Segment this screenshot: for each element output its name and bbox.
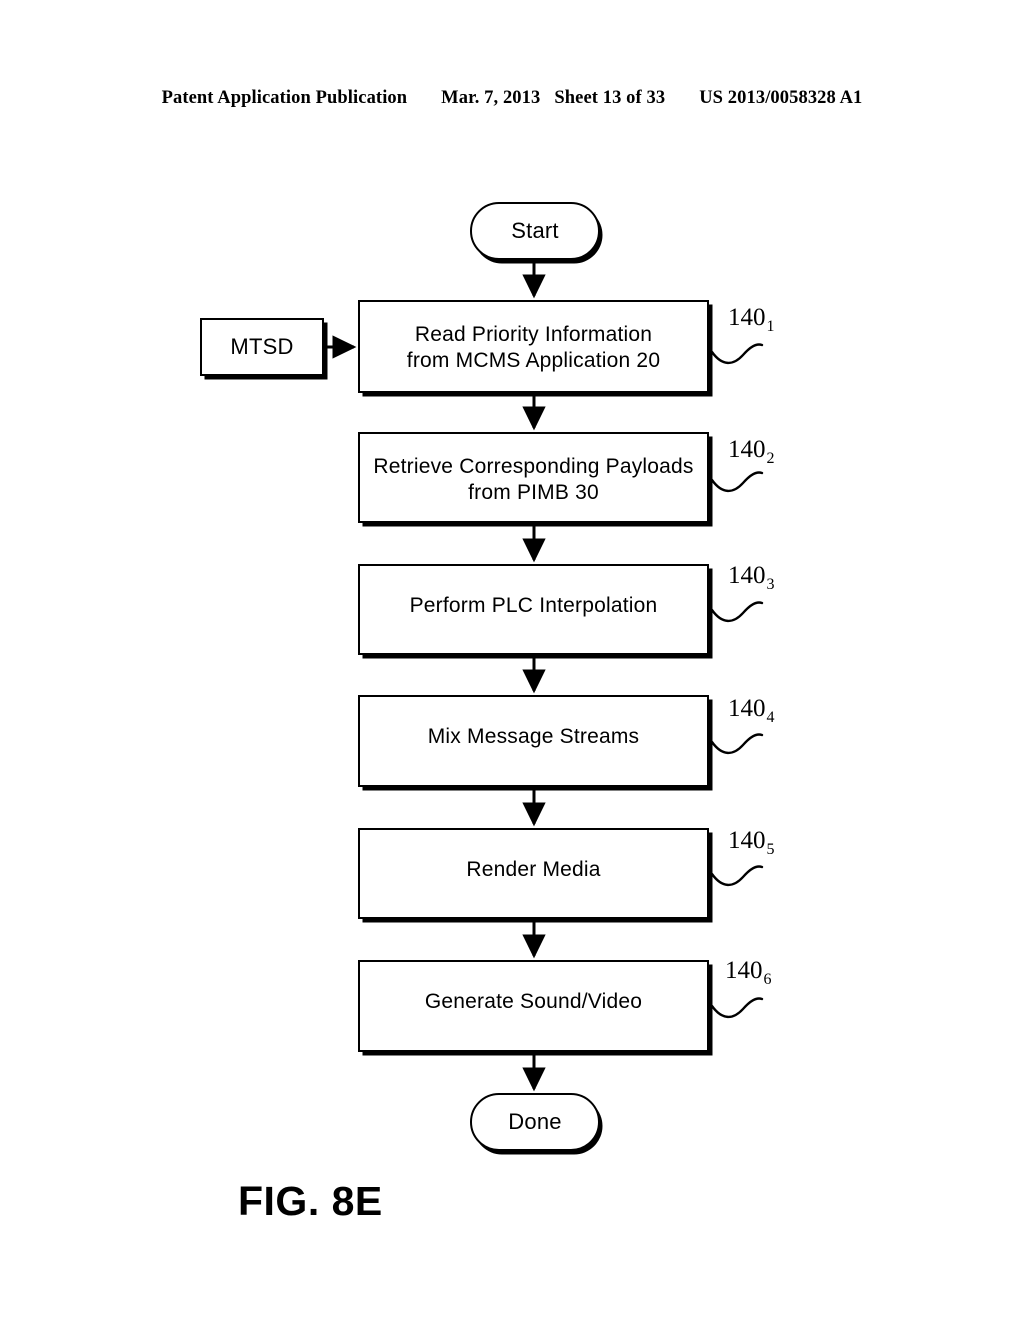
flowchart-step-6[interactable]: Generate Sound/Video [358, 960, 709, 1052]
flowchart-done-label: Done [508, 1109, 562, 1134]
leader-line-ref-6 [710, 997, 764, 1019]
flowchart-step-4-label: Mix Message Streams [427, 725, 640, 749]
leader-line-ref-1 [710, 343, 764, 365]
flowchart-step-4-reference: 1404 [728, 696, 775, 726]
flowchart-start-label: Start [511, 218, 559, 243]
leader-line-ref-3 [710, 601, 764, 623]
flowchart-step-5-ref-sub: 5 [766, 841, 775, 858]
flowchart-diagram: Start MTSD Read Priority Information fro… [0, 0, 1024, 1320]
flowchart-step-1-reference: 1401 [728, 305, 775, 335]
flowchart-step-5-reference: 1405 [728, 828, 775, 858]
flowchart-step-6-label: Generate Sound/Video [424, 990, 643, 1014]
flowchart-step-3-ref-base: 140 [728, 562, 766, 589]
flowchart-step-2-ref-sub: 2 [766, 450, 775, 467]
flowchart-step-2-reference: 1402 [728, 437, 775, 467]
flowchart-step-4-ref-base: 140 [728, 695, 766, 722]
flowchart-step-3-label: Perform PLC Interpolation [409, 594, 658, 618]
leader-line-ref-2 [710, 471, 764, 493]
flowchart-mtsd-label: MTSD [230, 334, 294, 359]
leader-line-ref-5 [710, 865, 764, 887]
flowchart-step-3-reference: 1403 [728, 563, 775, 593]
flowchart-step-6-ref-sub: 6 [763, 971, 772, 988]
flowchart-mtsd-node[interactable]: MTSD [200, 318, 324, 376]
flowchart-step-2-label: Retrieve Corresponding Payloads from PIM… [373, 455, 694, 504]
flowchart-step-6-reference: 1406 [725, 958, 772, 988]
flowchart-start-node[interactable]: Start [470, 202, 600, 260]
flowchart-step-1[interactable]: Read Priority Information from MCMS Appl… [358, 300, 709, 393]
flowchart-step-3[interactable]: Perform PLC Interpolation [358, 564, 709, 655]
flowchart-done-node[interactable]: Done [470, 1093, 600, 1151]
flowchart-step-1-ref-base: 140 [728, 304, 766, 331]
flowchart-step-5[interactable]: Render Media [358, 828, 709, 919]
flowchart-step-2[interactable]: Retrieve Corresponding Payloads from PIM… [358, 432, 709, 523]
leader-line-ref-4 [710, 733, 764, 755]
flowchart-step-4[interactable]: Mix Message Streams [358, 695, 709, 787]
flowchart-step-3-ref-sub: 3 [766, 576, 775, 593]
flowchart-step-1-ref-sub: 1 [766, 318, 775, 335]
flowchart-step-5-label: Render Media [466, 858, 601, 882]
figure-caption: FIG. 8E [238, 1178, 383, 1224]
flowchart-step-4-ref-sub: 4 [766, 709, 775, 726]
flowchart-step-6-ref-base: 140 [725, 957, 763, 984]
flowchart-step-5-ref-base: 140 [728, 827, 766, 854]
flowchart-step-2-ref-base: 140 [728, 436, 766, 463]
flowchart-step-1-label: Read Priority Information from MCMS Appl… [406, 323, 661, 372]
